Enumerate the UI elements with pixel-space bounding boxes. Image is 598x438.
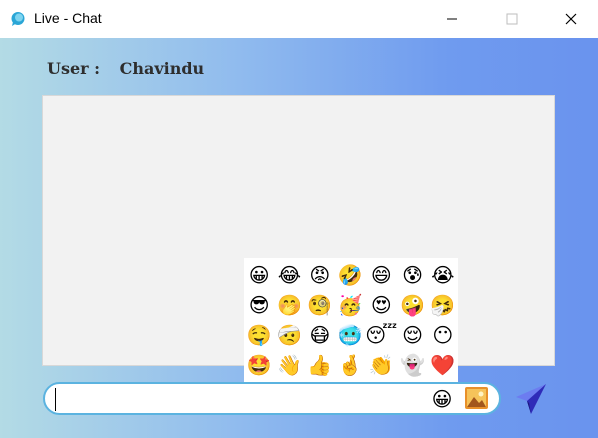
emoji-picker: 😀 😂 😡 🤣 😄 😰 😭 😎 🤭 🧐 🥳 😍 🤪 🤧 🤤 🤕 😷 🥶 😴 😌 😶 🤩 👋 👍 🤞 👏 👻 ❤️ [244, 258, 458, 382]
emoji-option[interactable]: ❤️ [428, 350, 458, 380]
maximize-icon [506, 13, 518, 25]
emoji-option[interactable]: 🧐 [305, 290, 335, 320]
emoji-option[interactable]: 🤣 [335, 260, 365, 290]
emoji-option[interactable]: 🤭 [274, 290, 304, 320]
message-input-container: 😀 [43, 382, 501, 415]
emoji-option[interactable]: 👋 [274, 350, 304, 380]
emoji-option[interactable]: 🤕 [274, 320, 304, 350]
chat-bubble-icon [11, 12, 25, 26]
emoji-option[interactable]: 👏 [365, 350, 397, 380]
emoji-option[interactable]: 👻 [397, 350, 427, 380]
emoji-option[interactable]: 😷 [305, 320, 335, 350]
chat-window-body: User : Chavindu 😀 😂 😡 🤣 😄 😰 😭 😎 🤭 🧐 🥳 😍 🤪 🤧 🤤 🤕 😷 🥶 😴 😌 😶 🤩 👋 👍… [0, 38, 598, 438]
emoji-option[interactable]: 😄 [365, 260, 397, 290]
emoji-button[interactable]: 😀 [430, 387, 454, 411]
emoji-option[interactable]: 🤧 [428, 290, 458, 320]
maximize-button[interactable] [489, 0, 535, 38]
emoji-option[interactable]: 😍 [365, 290, 397, 320]
user-name: Chavindu [119, 59, 205, 78]
emoji-option[interactable]: 😴 [365, 320, 397, 350]
title-bar: Live - Chat [0, 0, 598, 38]
emoji-option[interactable]: 😡 [305, 260, 335, 290]
emoji-option[interactable]: 👍 [305, 350, 335, 380]
emoji-option[interactable]: 🥶 [335, 320, 365, 350]
minimize-button[interactable] [429, 0, 475, 38]
user-label: User : [47, 59, 101, 78]
minimize-icon [447, 18, 457, 20]
emoji-option[interactable]: 😎 [244, 290, 274, 320]
close-icon [565, 13, 577, 25]
paper-plane-icon[interactable] [513, 381, 549, 417]
emoji-option[interactable]: 😶 [428, 320, 458, 350]
emoji-option[interactable]: 😰 [397, 260, 427, 290]
emoji-option[interactable]: 😂 [274, 260, 304, 290]
emoji-option[interactable]: 🤪 [397, 290, 427, 320]
emoji-option[interactable]: 🤩 [244, 350, 274, 380]
emoji-option[interactable]: 😀 [244, 260, 274, 290]
user-row: User : Chavindu [47, 59, 204, 78]
window-title: Live - Chat [34, 10, 102, 26]
close-button[interactable] [548, 0, 594, 38]
emoji-option[interactable]: 🤞 [335, 350, 365, 380]
message-input[interactable] [55, 388, 420, 411]
emoji-option[interactable]: 🥳 [335, 290, 365, 320]
emoji-option[interactable]: 😌 [397, 320, 427, 350]
emoji-option[interactable]: 🤤 [244, 320, 274, 350]
image-icon[interactable] [464, 385, 490, 411]
emoji-option[interactable]: 😭 [428, 260, 458, 290]
